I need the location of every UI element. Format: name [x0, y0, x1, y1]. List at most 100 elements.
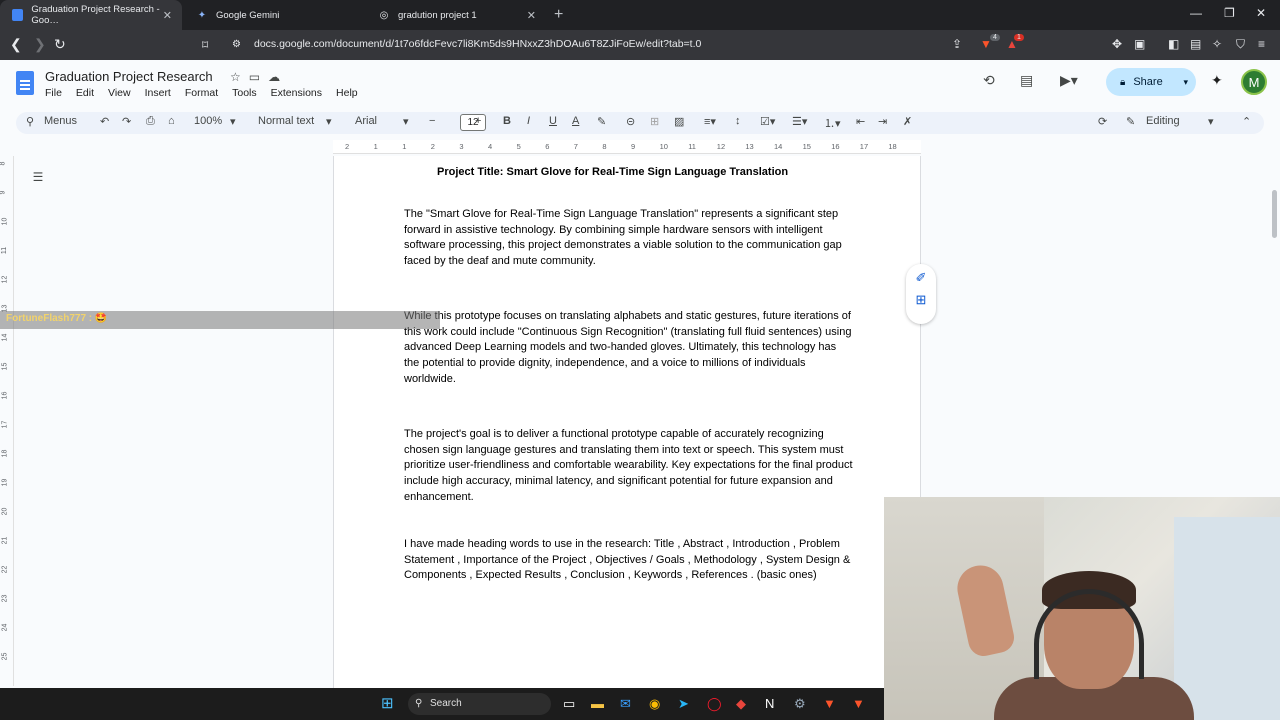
close-icon[interactable]: ✕	[527, 9, 536, 22]
sidebar-icon[interactable]: ◧	[1168, 37, 1179, 51]
taskbar-search[interactable]: ⚲ Search	[408, 693, 551, 715]
menu-tools[interactable]: Tools	[232, 87, 257, 99]
bookmark-icon[interactable]: ⌑	[202, 38, 208, 52]
menu-insert[interactable]: Insert	[145, 87, 171, 99]
close-window-icon[interactable]: ✕	[1256, 6, 1266, 20]
share-page-icon[interactable]: ⇪	[952, 37, 962, 51]
extensions-icon[interactable]: ✥	[1112, 37, 1122, 51]
menu-extensions[interactable]: Extensions	[271, 87, 322, 99]
menu-file[interactable]: File	[45, 87, 62, 99]
windows-start-icon[interactable]: ⊞	[381, 694, 394, 712]
paragraph-conclusion[interactable]: The "Smart Glove for Real-Time Sign Lang…	[404, 207, 854, 270]
search-menus-icon[interactable]: ⚲	[26, 115, 34, 128]
align-icon[interactable]: ≡▾	[704, 115, 716, 128]
style-select[interactable]: Normal text	[258, 115, 314, 127]
chevron-down-icon[interactable]: ▾	[1183, 77, 1188, 88]
move-folder-icon[interactable]: ▭	[249, 70, 268, 84]
screenshot-icon[interactable]: ▣	[1134, 37, 1145, 51]
anydesk-icon[interactable]: ◆	[736, 696, 746, 712]
link-icon[interactable]: ⊝	[626, 115, 635, 128]
avatar[interactable]: M	[1241, 69, 1267, 95]
highlight-icon[interactable]: ✎	[597, 115, 606, 128]
undo-icon[interactable]: ↶	[100, 115, 109, 128]
chevron-down-icon[interactable]: ▾	[326, 115, 332, 128]
ai-edit-icon[interactable]: ✐	[906, 270, 936, 286]
document-title[interactable]: Graduation Project Research	[45, 69, 213, 84]
task-view-icon[interactable]: ▭	[563, 696, 575, 712]
horizontal-ruler[interactable]: 2 1 1 2 3 4 5 6 7 8 9 10 11 12 13 14 15 16 17 18	[333, 140, 921, 154]
forward-icon[interactable]: ❯	[34, 36, 46, 53]
close-icon[interactable]: ✕	[163, 9, 172, 22]
checklist-icon[interactable]: ☑▾	[760, 115, 775, 128]
zoom-select[interactable]: 100%	[194, 115, 222, 127]
decrease-font-size-icon[interactable]: −	[429, 115, 435, 127]
menu-help[interactable]: Help	[336, 87, 358, 99]
star-icon[interactable]: ☆	[230, 70, 249, 84]
file-explorer-icon[interactable]: ▬	[591, 696, 604, 711]
leo-ai-icon[interactable]: ✧	[1212, 37, 1222, 51]
print-icon[interactable]: ⎙	[146, 115, 155, 128]
redo-icon[interactable]: ↷	[122, 115, 131, 128]
menu-view[interactable]: View	[108, 87, 131, 99]
decrease-indent-icon[interactable]: ⇤	[856, 115, 865, 128]
chevron-down-icon[interactable]: ▾	[403, 115, 409, 128]
underline-icon[interactable]: U	[549, 115, 557, 127]
browser-menu-icon[interactable]: ≡	[1258, 37, 1265, 51]
url-field[interactable]: docs.google.com/document/d/1t7o6fdcFevc7…	[254, 38, 701, 50]
text-color-icon[interactable]: A	[572, 115, 579, 127]
brave-icon[interactable]: ▼	[823, 696, 836, 711]
minimize-icon[interactable]: —	[1190, 6, 1202, 20]
bulleted-list-icon[interactable]: ☰▾	[792, 115, 807, 128]
paragraph-project-goal[interactable]: The project's goal is to deliver a funct…	[404, 427, 854, 506]
meet-icon[interactable]: ▶▾	[1060, 72, 1078, 89]
collapse-toolbar-icon[interactable]: ⌃	[1242, 115, 1251, 128]
share-button[interactable]: 🔒︎ Share ▾	[1106, 68, 1196, 96]
numbered-list-icon[interactable]: ⒈▾	[824, 115, 841, 131]
tab-google-gemini[interactable]: ✦ Google Gemini	[184, 0, 364, 30]
chevron-down-icon[interactable]: ▾	[230, 115, 236, 128]
document-heading[interactable]: Project Title: Smart Glove for Real-Time…	[437, 166, 788, 178]
reload-icon[interactable]: ↻	[54, 36, 66, 53]
docs-logo-icon[interactable]	[16, 71, 34, 95]
font-size-input[interactable]: 12	[460, 114, 486, 131]
tab-graduation-research[interactable]: Graduation Project Research - Goo… ✕	[0, 0, 182, 30]
paint-format-icon[interactable]: ⌂	[168, 115, 175, 127]
comments-icon[interactable]: ▤	[1020, 72, 1033, 89]
increase-font-size-icon[interactable]: +	[475, 115, 481, 127]
back-icon[interactable]: ❮	[10, 36, 22, 53]
menus-search[interactable]: Menus	[44, 115, 77, 127]
scrollbar[interactable]	[1272, 190, 1277, 238]
mode-select[interactable]: Editing	[1146, 115, 1180, 127]
paragraph-future-work[interactable]: While this prototype focuses on translat…	[404, 309, 854, 388]
vpn-icon[interactable]: ⛉	[1236, 37, 1245, 52]
tab-gradution-project[interactable]: ◎ gradution project 1 ✕	[366, 0, 546, 30]
sync-icon[interactable]: ⟳	[1098, 115, 1107, 128]
wallet-icon[interactable]: ▤	[1190, 37, 1201, 51]
menu-edit[interactable]: Edit	[76, 87, 94, 99]
brave-active-icon[interactable]: ▼	[852, 696, 865, 711]
paragraph-headings-list[interactable]: I have made heading words to use in the …	[404, 537, 854, 584]
vertical-ruler[interactable]: 8 9 10 11 12 13 14 15 16 17 18 19 20 21 22 23 24 25	[0, 156, 14, 686]
edit-pencil-icon[interactable]: ✎	[1126, 115, 1135, 128]
increase-indent-icon[interactable]: ⇥	[878, 115, 887, 128]
bold-icon[interactable]: B	[503, 115, 511, 127]
italic-icon[interactable]: I	[527, 115, 530, 127]
site-info-icon[interactable]: ⚙	[232, 39, 241, 50]
version-history-icon[interactable]: ⟲	[983, 72, 995, 89]
restore-icon[interactable]: ❐	[1224, 6, 1235, 20]
gemini-spark-icon[interactable]: ✦	[1211, 72, 1223, 89]
document-outline-icon[interactable]: ☰	[28, 170, 48, 190]
insert-image-icon[interactable]: ▨	[674, 115, 684, 128]
new-tab-button[interactable]: +	[554, 6, 563, 24]
outlook-icon[interactable]: ✉	[620, 696, 631, 712]
chevron-down-icon[interactable]: ▾	[1208, 115, 1214, 128]
line-spacing-icon[interactable]: ↕	[735, 115, 741, 127]
font-select[interactable]: Arial	[355, 115, 377, 127]
cloud-status-icon[interactable]: ☁	[268, 70, 288, 84]
menu-format[interactable]: Format	[185, 87, 218, 99]
steam-icon[interactable]: ⚙	[794, 696, 806, 712]
telegram-icon[interactable]: ➤	[678, 696, 689, 712]
chrome-icon[interactable]: ◉	[649, 696, 660, 712]
clear-formatting-icon[interactable]: ✗	[903, 115, 912, 128]
add-comment-icon[interactable]: ⊞	[650, 115, 659, 128]
